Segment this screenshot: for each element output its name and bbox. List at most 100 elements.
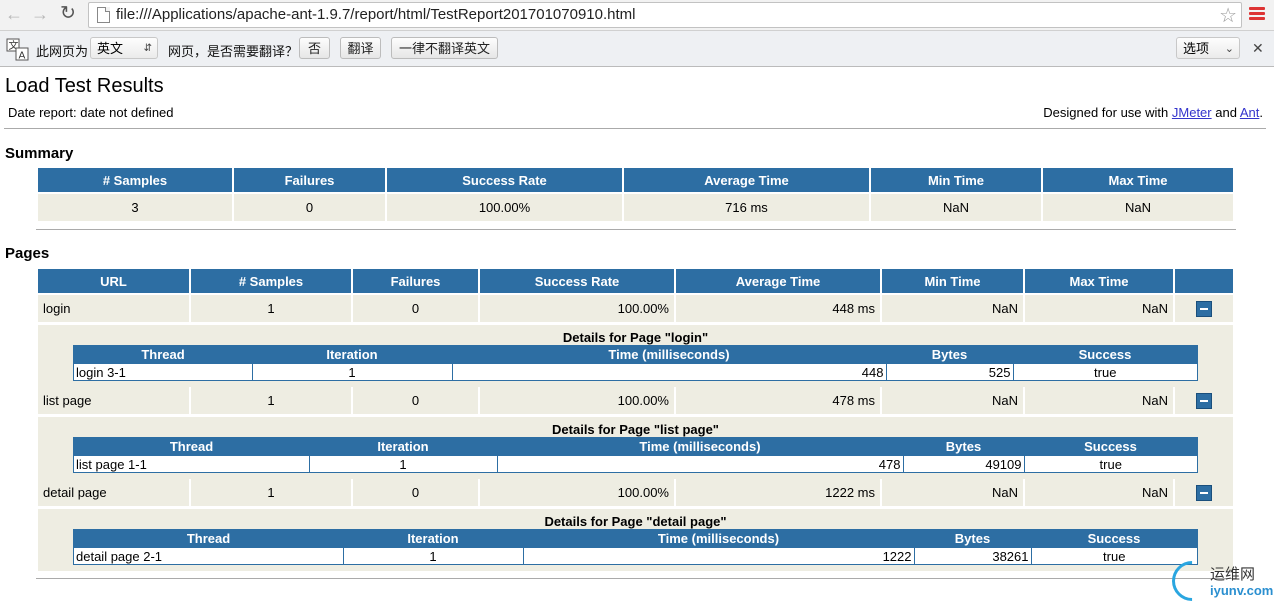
detail-iteration: 1: [251, 363, 453, 381]
col-iteration: Iteration: [309, 437, 497, 456]
pages-heading: Pages: [5, 245, 50, 262]
collapse-toggle[interactable]: [1175, 387, 1233, 414]
page-icon: [97, 7, 110, 23]
watermark-url: iyunv.com: [1210, 583, 1274, 598]
collapse-toggle[interactable]: [1175, 295, 1233, 322]
watermark-cn: 运维网: [1210, 566, 1256, 583]
date-report: Date report: date not defined: [8, 105, 174, 120]
detail-header-row: Thread Iteration Time (milliseconds) Byt…: [73, 437, 1198, 456]
pages-header-row: URL # Samples Failures Success Rate Aver…: [38, 269, 1233, 293]
options-select-label: 选项: [1183, 41, 1210, 56]
page-failures: 0: [353, 387, 478, 414]
translate-prompt-label: 此网页为: [36, 44, 89, 59]
col-failures: Failures: [353, 269, 478, 293]
col-success: Success: [1024, 437, 1198, 456]
bookmark-star-icon[interactable]: ☆: [1219, 3, 1237, 28]
page-min-time: NaN: [882, 479, 1023, 506]
collapse-icon[interactable]: [1196, 300, 1212, 317]
col-failures: Failures: [234, 168, 385, 192]
col-success-rate: Success Rate: [480, 269, 674, 293]
col-success-rate: Success Rate: [387, 168, 622, 192]
divider: [4, 128, 1266, 129]
designed-prefix: Designed for use with: [1043, 105, 1169, 120]
close-icon[interactable]: ✕: [1252, 40, 1264, 57]
back-arrow-icon[interactable]: ←: [4, 4, 24, 24]
col-time: Time (milliseconds): [523, 529, 914, 548]
page-samples: 1: [191, 479, 351, 506]
collapse-toggle[interactable]: [1175, 479, 1233, 506]
col-max-time: Max Time: [1043, 168, 1233, 192]
divider: [36, 578, 1236, 579]
forward-arrow-icon[interactable]: →: [30, 4, 50, 24]
translate-button[interactable]: 翻译: [340, 37, 381, 59]
col-iteration: Iteration: [252, 345, 452, 364]
svg-text:A: A: [19, 51, 26, 62]
summary-success-rate: 100.00%: [387, 194, 622, 221]
period-text: .: [1259, 105, 1263, 120]
col-time: Time (milliseconds): [452, 345, 886, 364]
detail-time: 448: [451, 363, 887, 381]
page-url: login: [38, 295, 189, 322]
col-toggle: [1175, 269, 1233, 293]
detail-header-row: Thread Iteration Time (milliseconds) Byt…: [73, 529, 1198, 548]
summary-samples: 3: [38, 194, 232, 221]
url-text[interactable]: file:///Applications/apache-ant-1.9.7/re…: [116, 6, 635, 23]
summary-average-time: 716 ms: [624, 194, 869, 221]
col-time: Time (milliseconds): [497, 437, 903, 456]
detail-row: detail page 2-1 1 1222 38261 true: [73, 547, 1198, 565]
page-success-rate: 100.00%: [480, 295, 674, 322]
detail-thread: detail page 2-1: [73, 547, 344, 565]
detail-time: 478: [496, 455, 904, 473]
detail-iteration: 1: [342, 547, 524, 565]
page-average-time: 448 ms: [676, 295, 880, 322]
collapse-icon[interactable]: [1196, 484, 1212, 501]
detail-time: 1222: [522, 547, 915, 565]
language-select[interactable]: 英文 ⇵: [90, 37, 158, 59]
ant-link[interactable]: Ant: [1240, 105, 1260, 120]
summary-heading: Summary: [5, 145, 74, 162]
detail-bytes: 525: [885, 363, 1014, 381]
jmeter-link[interactable]: JMeter: [1172, 105, 1212, 120]
page-url: detail page: [38, 479, 189, 506]
table-row: login 1 0 100.00% 448 ms NaN NaN: [38, 295, 1233, 322]
col-samples: # Samples: [191, 269, 351, 293]
col-average-time: Average Time: [624, 168, 869, 192]
never-translate-button[interactable]: 一律不翻译英文: [391, 37, 498, 59]
detail-table: Thread Iteration Time (milliseconds) Byt…: [73, 345, 1198, 381]
pages-table-row-detail: detail page 1 0 100.00% 1222 ms NaN NaN: [36, 477, 1235, 508]
table-row: detail page 1 0 100.00% 1222 ms NaN NaN: [38, 479, 1233, 506]
page-average-time: 1222 ms: [676, 479, 880, 506]
page-success-rate: 100.00%: [480, 387, 674, 414]
detail-row: login 3-1 1 448 525 true: [73, 363, 1198, 381]
col-thread: Thread: [73, 437, 309, 456]
col-success: Success: [1031, 529, 1198, 548]
options-select[interactable]: 选项 ⌄: [1176, 37, 1240, 59]
reload-icon[interactable]: ↻: [58, 4, 78, 24]
site-watermark: 运维网 iyunv.com: [1163, 552, 1274, 609]
col-success: Success: [1013, 345, 1198, 364]
menu-icon[interactable]: [1249, 7, 1265, 23]
page-details-list-page: Details for Page "list page" Thread Iter…: [38, 417, 1233, 479]
translate-bar: 文 A 此网页为 英文 ⇵ 网页，是否需要翻译？ 否 翻译 一律不翻译英文 选项…: [0, 31, 1274, 67]
detail-bytes: 38261: [913, 547, 1032, 565]
page-details-login: Details for Page "login" Thread Iteratio…: [38, 325, 1233, 387]
page-min-time: NaN: [882, 387, 1023, 414]
collapse-icon[interactable]: [1196, 392, 1212, 409]
summary-failures: 0: [234, 194, 385, 221]
col-thread: Thread: [73, 529, 343, 548]
page-min-time: NaN: [882, 295, 1023, 322]
col-bytes: Bytes: [886, 345, 1013, 364]
address-bar[interactable]: file:///Applications/apache-ant-1.9.7/re…: [88, 2, 1242, 28]
col-bytes: Bytes: [914, 529, 1031, 548]
detail-bytes: 49109: [902, 455, 1025, 473]
detail-row: list page 1-1 1 478 49109 true: [73, 455, 1198, 473]
summary-row: 3 0 100.00% 716 ms NaN NaN: [38, 194, 1233, 221]
col-min-time: Min Time: [882, 269, 1023, 293]
no-button[interactable]: 否: [299, 37, 330, 59]
detail-iteration: 1: [308, 455, 498, 473]
table-row: list page 1 0 100.00% 478 ms NaN NaN: [38, 387, 1233, 414]
col-min-time: Min Time: [871, 168, 1041, 192]
page-success-rate: 100.00%: [480, 479, 674, 506]
detail-title: Details for Page "login": [562, 330, 709, 345]
page-max-time: NaN: [1025, 479, 1173, 506]
